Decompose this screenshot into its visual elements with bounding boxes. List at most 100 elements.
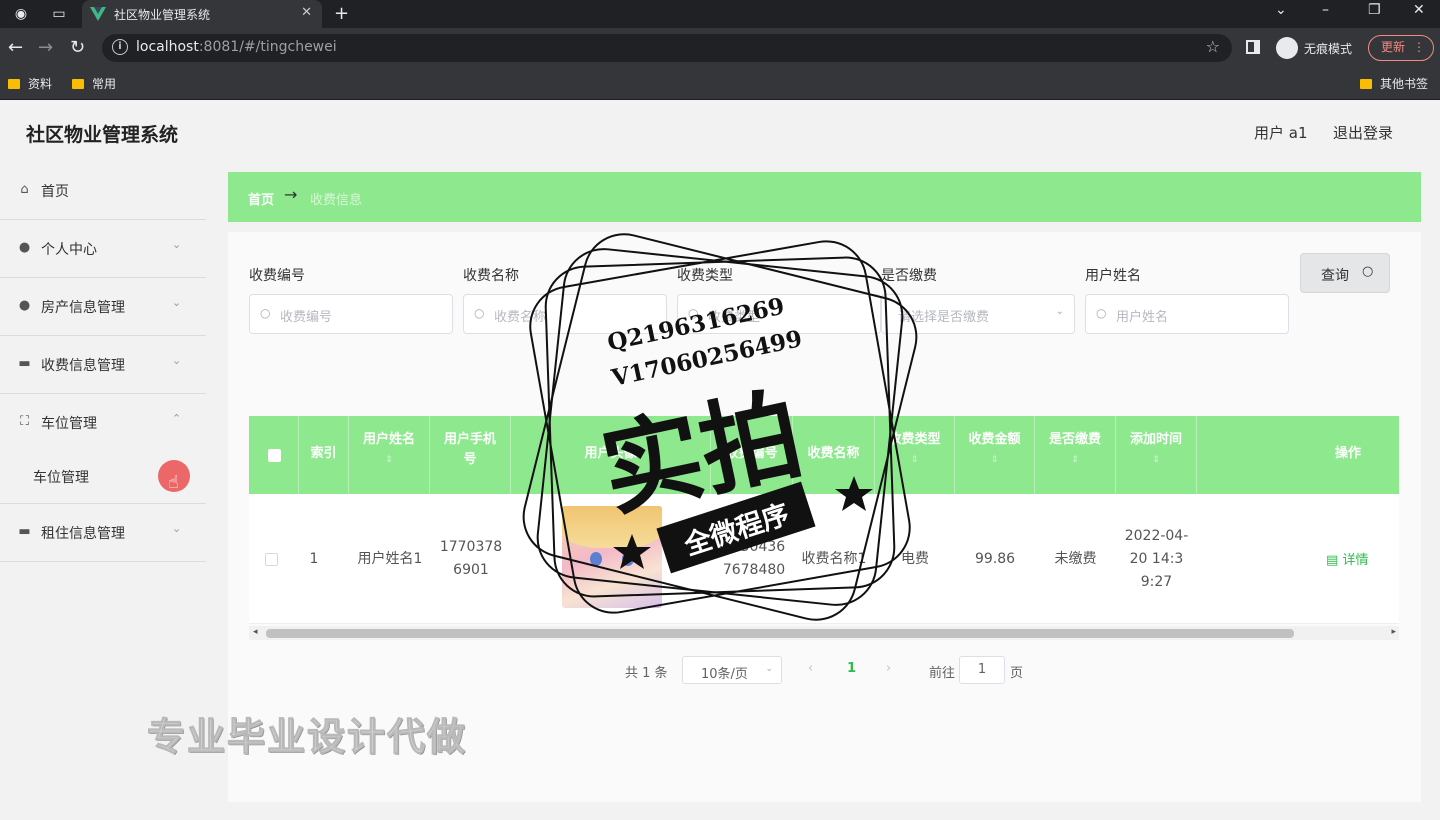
- cell-fee-number: 16504367678480: [722, 539, 786, 578]
- arrow-right-icon: →: [284, 185, 298, 204]
- user-name-input[interactable]: ○ 用户姓名: [1085, 294, 1289, 334]
- sort-icon[interactable]: ⇕: [875, 450, 954, 470]
- input-placeholder: 用户姓名: [1116, 310, 1169, 325]
- forward-icon[interactable]: →: [38, 37, 53, 58]
- chevron-down-icon: ⌄: [172, 296, 182, 309]
- fee-type-input[interactable]: ○ 收费类型: [677, 294, 881, 334]
- query-label: 查询: [1321, 268, 1349, 284]
- filter-label: 收费编号: [249, 268, 305, 284]
- column-header[interactable]: 添加时间 ⇕: [1116, 416, 1197, 494]
- page-suffix: 页: [1010, 666, 1024, 681]
- search-icon: ○: [688, 306, 699, 320]
- sidebar-item-profile[interactable]: ● 个人中心 ⌄: [0, 220, 206, 278]
- sidebar-item-rental[interactable]: ▬ 租住信息管理 ⌄: [0, 504, 206, 562]
- sidebar-item-fees[interactable]: ▬ 收费信息管理 ⌄: [0, 336, 206, 394]
- tab-list-chevron-icon[interactable]: ⌄: [1275, 2, 1287, 18]
- filter-label: 收费类型: [677, 268, 733, 284]
- query-button[interactable]: 查询 ○: [1300, 253, 1390, 293]
- column-header[interactable]: 收费类型 ⇕: [875, 416, 955, 494]
- other-bookmarks[interactable]: 其他书签: [1360, 75, 1428, 92]
- sort-icon[interactable]: ⇕: [1035, 450, 1115, 470]
- vue-logo-icon: [90, 7, 106, 21]
- bookmark-folder[interactable]: 资料: [8, 75, 52, 92]
- fee-number-input[interactable]: ○ 收费编号: [249, 294, 453, 334]
- footer-watermark: 专业毕业设计代做: [146, 715, 468, 760]
- next-page-icon[interactable]: ›: [886, 661, 891, 676]
- paid-status-select[interactable]: 请选择是否缴费 ⌄: [881, 294, 1075, 334]
- column-header-label: 添加时间: [1129, 432, 1182, 447]
- sidebar-item-parking[interactable]: ⛶ 车位管理 ⌃: [0, 394, 206, 452]
- update-button[interactable]: 更新 ⋮: [1368, 35, 1434, 61]
- folder-icon: [8, 79, 20, 89]
- avatar-eye: [622, 552, 634, 566]
- tab-search-icon[interactable]: ▭: [50, 5, 68, 23]
- cell-added-time: 2022-04-20 14:39:27: [1124, 527, 1189, 590]
- cell-index: 1: [309, 550, 319, 567]
- sidebar-item-home[interactable]: ⌂ 首页: [0, 162, 206, 220]
- minimize-icon[interactable]: –: [1322, 2, 1329, 18]
- chevron-down-icon: ⌄: [765, 664, 773, 674]
- scroll-left-icon[interactable]: ◂: [253, 627, 258, 637]
- fee-name-input[interactable]: ○ 收费名称: [463, 294, 667, 334]
- restore-icon[interactable]: ❐: [1368, 2, 1381, 18]
- sidebar-item-property[interactable]: ● 房产信息管理 ⌄: [0, 278, 206, 336]
- site-info-icon[interactable]: i: [112, 39, 128, 55]
- breadcrumb: 首页 → 收费信息: [228, 172, 1421, 222]
- bookmark-folder[interactable]: 常用: [72, 75, 116, 92]
- search-icon: ○: [1362, 264, 1374, 279]
- goto-label: 前往: [929, 666, 956, 681]
- hand-cursor-icon: ☝: [168, 472, 179, 493]
- sidebar-item-label: 个人中心: [41, 242, 97, 258]
- detail-button[interactable]: ▤ 详情: [1326, 549, 1368, 568]
- select-all-checkbox[interactable]: [268, 449, 281, 462]
- browser-tab[interactable]: 社区物业管理系统 ✕: [82, 0, 322, 28]
- sidebar-item-label: 车位管理: [41, 416, 97, 432]
- bookmarks-bar: 资料 常用 其他书签: [0, 68, 1440, 100]
- chevron-down-icon: ⌄: [172, 354, 182, 367]
- column-header[interactable]: 用户姓名 ⇕: [349, 416, 430, 494]
- sort-icon[interactable]: ⇕: [349, 450, 429, 470]
- horizontal-scrollbar[interactable]: ◂ ▸: [249, 626, 1399, 640]
- column-header[interactable]: 收费编号: [711, 416, 793, 494]
- page-size-select[interactable]: 10条/页 ⌄: [682, 656, 782, 684]
- address-bar[interactable]: i localhost:8081/#/tingchewei ☆: [102, 34, 1232, 62]
- app-root: 社区物业管理系统 用户 a1 退出登录 ⌂ 首页 ● 个人中心 ⌄ ● 房产信息…: [0, 100, 1440, 820]
- sort-icon[interactable]: ⇕: [955, 450, 1034, 470]
- column-header[interactable]: 收费名称: [793, 416, 875, 494]
- column-header: 索引: [299, 416, 349, 494]
- side-panel-icon[interactable]: [1246, 40, 1260, 54]
- scrollbar-thumb[interactable]: [266, 629, 1294, 638]
- reload-icon[interactable]: ↻: [70, 37, 85, 58]
- app-title: 社区物业管理系统: [26, 124, 179, 146]
- monitor-icon: ▬: [18, 524, 31, 539]
- incognito-icon[interactable]: [1276, 37, 1298, 59]
- row-checkbox[interactable]: [265, 553, 278, 566]
- window-close-icon[interactable]: ✕: [1413, 2, 1425, 18]
- page-number[interactable]: 1: [847, 661, 856, 676]
- bookmark-star-icon[interactable]: ☆: [1206, 37, 1220, 56]
- goto-page-input[interactable]: 1: [959, 656, 1005, 684]
- globe-icon[interactable]: ◉: [12, 5, 30, 23]
- column-header[interactable]: 是否缴费 ⇕: [1035, 416, 1116, 494]
- filter-label: 用户姓名: [1085, 268, 1141, 284]
- column-header-label: 操作: [1334, 446, 1361, 461]
- input-placeholder: 收费类型: [708, 310, 761, 325]
- column-header[interactable]: 收费金额 ⇕: [955, 416, 1035, 494]
- detail-label: 详情: [1342, 553, 1369, 568]
- chevron-down-icon: ⌄: [1055, 306, 1064, 317]
- tab-close-icon[interactable]: ✕: [301, 5, 312, 20]
- prev-page-icon[interactable]: ‹: [808, 661, 813, 676]
- url-text: localhost:8081/#/tingchewei: [136, 39, 337, 55]
- sort-icon[interactable]: ⇕: [1116, 450, 1196, 470]
- logout-link[interactable]: 退出登录: [1333, 122, 1393, 143]
- cell-fee-name: 收费名称1: [801, 550, 867, 567]
- more-icon: ⋮: [1413, 40, 1425, 54]
- column-header[interactable]: 用户手机号: [430, 416, 511, 494]
- user-icon: ●: [18, 298, 31, 313]
- breadcrumb-home[interactable]: 首页: [248, 189, 274, 208]
- new-tab-icon[interactable]: +: [334, 3, 349, 24]
- cell-phone: 17703786901: [439, 539, 503, 578]
- back-icon[interactable]: ←: [8, 37, 23, 58]
- scroll-right-icon[interactable]: ▸: [1391, 627, 1396, 637]
- total-count: 共 1 条: [625, 666, 668, 681]
